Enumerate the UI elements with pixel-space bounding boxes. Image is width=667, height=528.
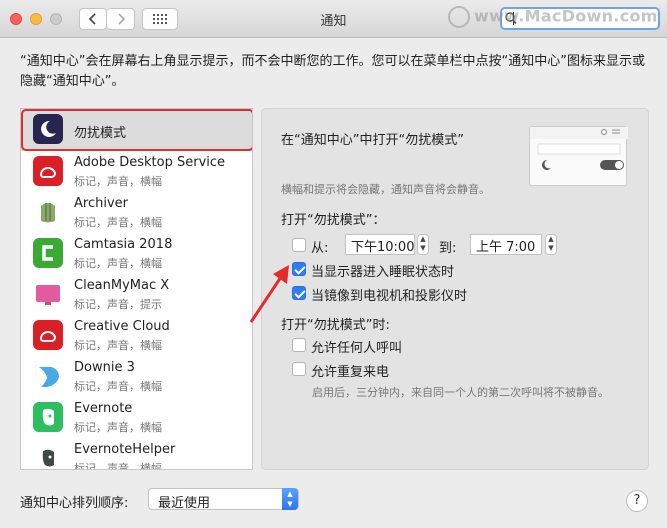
chevron-right-icon <box>117 13 125 25</box>
allow-calls-checkbox[interactable] <box>292 338 306 352</box>
to-time-field[interactable]: 上午 7:00 <box>470 234 542 255</box>
list-item[interactable]: Camtasia 2018 标记，声音，横幅 <box>21 233 252 274</box>
chevron-left-icon <box>88 13 96 25</box>
app-alert-styles: 标记，声音，横幅 <box>74 462 162 470</box>
from-time-stepper[interactable]: ▲ ▼ <box>417 234 429 255</box>
app-name: Archiver <box>74 196 128 211</box>
app-name: Downie 3 <box>74 360 135 375</box>
app-alert-styles: 标记，声音，横幅 <box>74 216 162 229</box>
allow-calls-label: 允许任何人呼叫 <box>311 341 403 356</box>
from-time-field[interactable]: 下午10:00 <box>345 234 415 255</box>
app-name: Creative Cloud <box>74 319 170 334</box>
zoom-button[interactable] <box>50 13 62 25</box>
search-field[interactable] <box>500 7 660 30</box>
hint-text: 横幅和提示将会隐藏，通知声音将会静音。 <box>281 183 490 196</box>
list-item[interactable]: Archiver 标记，声音，横幅 <box>21 192 252 233</box>
list-item[interactable]: Adobe Desktop Service 标记，声音，横幅 <box>21 151 252 192</box>
description-text: “通知中心”会在屏幕右上角显示提示，而不会中断您的工作。您可以在菜单栏中点按“通… <box>20 54 645 89</box>
schedule-label: 打开“勿扰模式”： <box>281 213 386 228</box>
moon-icon <box>33 114 63 144</box>
app-name: 勿扰模式 <box>74 126 127 141</box>
app-alert-styles: 标记，声音，横幅 <box>74 339 162 352</box>
schedule-from-checkbox[interactable] <box>292 238 306 252</box>
when-on-label: 打开“勿扰模式”时: <box>281 318 390 333</box>
app-name: Camtasia 2018 <box>74 237 173 252</box>
forward-button[interactable] <box>107 8 135 30</box>
list-item[interactable]: Downie 3 标记，声音，横幅 <box>21 356 252 397</box>
search-icon <box>505 12 517 24</box>
back-button[interactable] <box>79 8 107 30</box>
list-item[interactable]: Creative Cloud 标记，声音，横幅 <box>21 315 252 356</box>
app-name: CleanMyMac X <box>74 278 170 293</box>
show-all-button[interactable] <box>142 8 178 30</box>
archiver-icon <box>33 197 63 227</box>
from-label: 从: <box>311 241 329 256</box>
close-button[interactable] <box>10 13 22 25</box>
repeat-calls-hint: 启用后，三分钟内，来自同一个人的第二次呼叫将不被静音。 <box>312 386 609 399</box>
list-item[interactable]: Evernote 标记，声音，横幅 <box>21 397 252 438</box>
mirroring-label: 当镜像到电视机和投影仪时 <box>311 289 468 304</box>
downie-icon <box>33 361 63 391</box>
app-name: Adobe Desktop Service <box>74 155 226 170</box>
text-caret <box>513 12 514 25</box>
notification-center-preview <box>529 126 628 186</box>
to-label: 到: <box>439 241 457 256</box>
list-item[interactable]: CleanMyMac X 标记，声音，提示 <box>21 274 252 315</box>
sort-order-value: 最近使用 <box>158 496 211 511</box>
evernote-helper-icon <box>33 443 63 469</box>
evernote-icon <box>33 402 63 432</box>
app-alert-styles: 标记，声音，横幅 <box>74 175 162 188</box>
annotation-arrow-icon <box>249 265 289 323</box>
app-alert-styles: 标记，声音，横幅 <box>74 257 162 270</box>
grid-icon <box>153 14 167 24</box>
app-name: EvernoteHelper <box>74 442 176 457</box>
app-list[interactable]: 勿扰模式 Adobe Desktop Service 标记，声音，横幅 Arch… <box>20 108 253 470</box>
updown-arrows-icon: ▲ ▼ <box>282 488 298 510</box>
app-alert-styles: 标记，声音，横幅 <box>74 380 162 393</box>
app-alert-styles: 标记，声音，横幅 <box>74 421 162 434</box>
adobe-cc-icon <box>33 156 63 186</box>
title-bar: 通知 www.MacDown.com <box>0 0 667 38</box>
list-item-do-not-disturb[interactable]: 勿扰模式 <box>21 109 252 151</box>
minimize-button[interactable] <box>30 13 42 25</box>
app-alert-styles: 标记，声音，提示 <box>74 298 162 311</box>
creative-cloud-icon <box>33 320 63 350</box>
sort-order-label: 通知中心排列顺序: <box>20 496 129 511</box>
app-name: Evernote <box>74 401 133 416</box>
repeat-calls-checkbox[interactable] <box>292 362 306 376</box>
help-button[interactable]: ? <box>626 490 648 512</box>
cleanmymac-icon <box>33 279 63 309</box>
watermark-logo-icon <box>448 6 470 28</box>
camtasia-icon <box>33 238 63 268</box>
to-time-stepper[interactable]: ▲ ▼ <box>545 234 557 255</box>
panel-heading: 在“通知中心”中打开“勿扰模式” <box>281 133 464 148</box>
repeat-calls-label: 允许重复来电 <box>311 365 390 380</box>
sort-order-popup[interactable]: 最近使用 ▲ ▼ <box>148 488 299 511</box>
display-sleep-label: 当显示器进入睡眠状态时 <box>311 265 455 280</box>
list-item[interactable]: EvernoteHelper 标记，声音，横幅 <box>21 438 252 470</box>
settings-panel: 在“通知中心”中打开“勿扰模式” 横幅和提示将会隐藏，通知声音将会静音。 打开“… <box>261 108 649 470</box>
